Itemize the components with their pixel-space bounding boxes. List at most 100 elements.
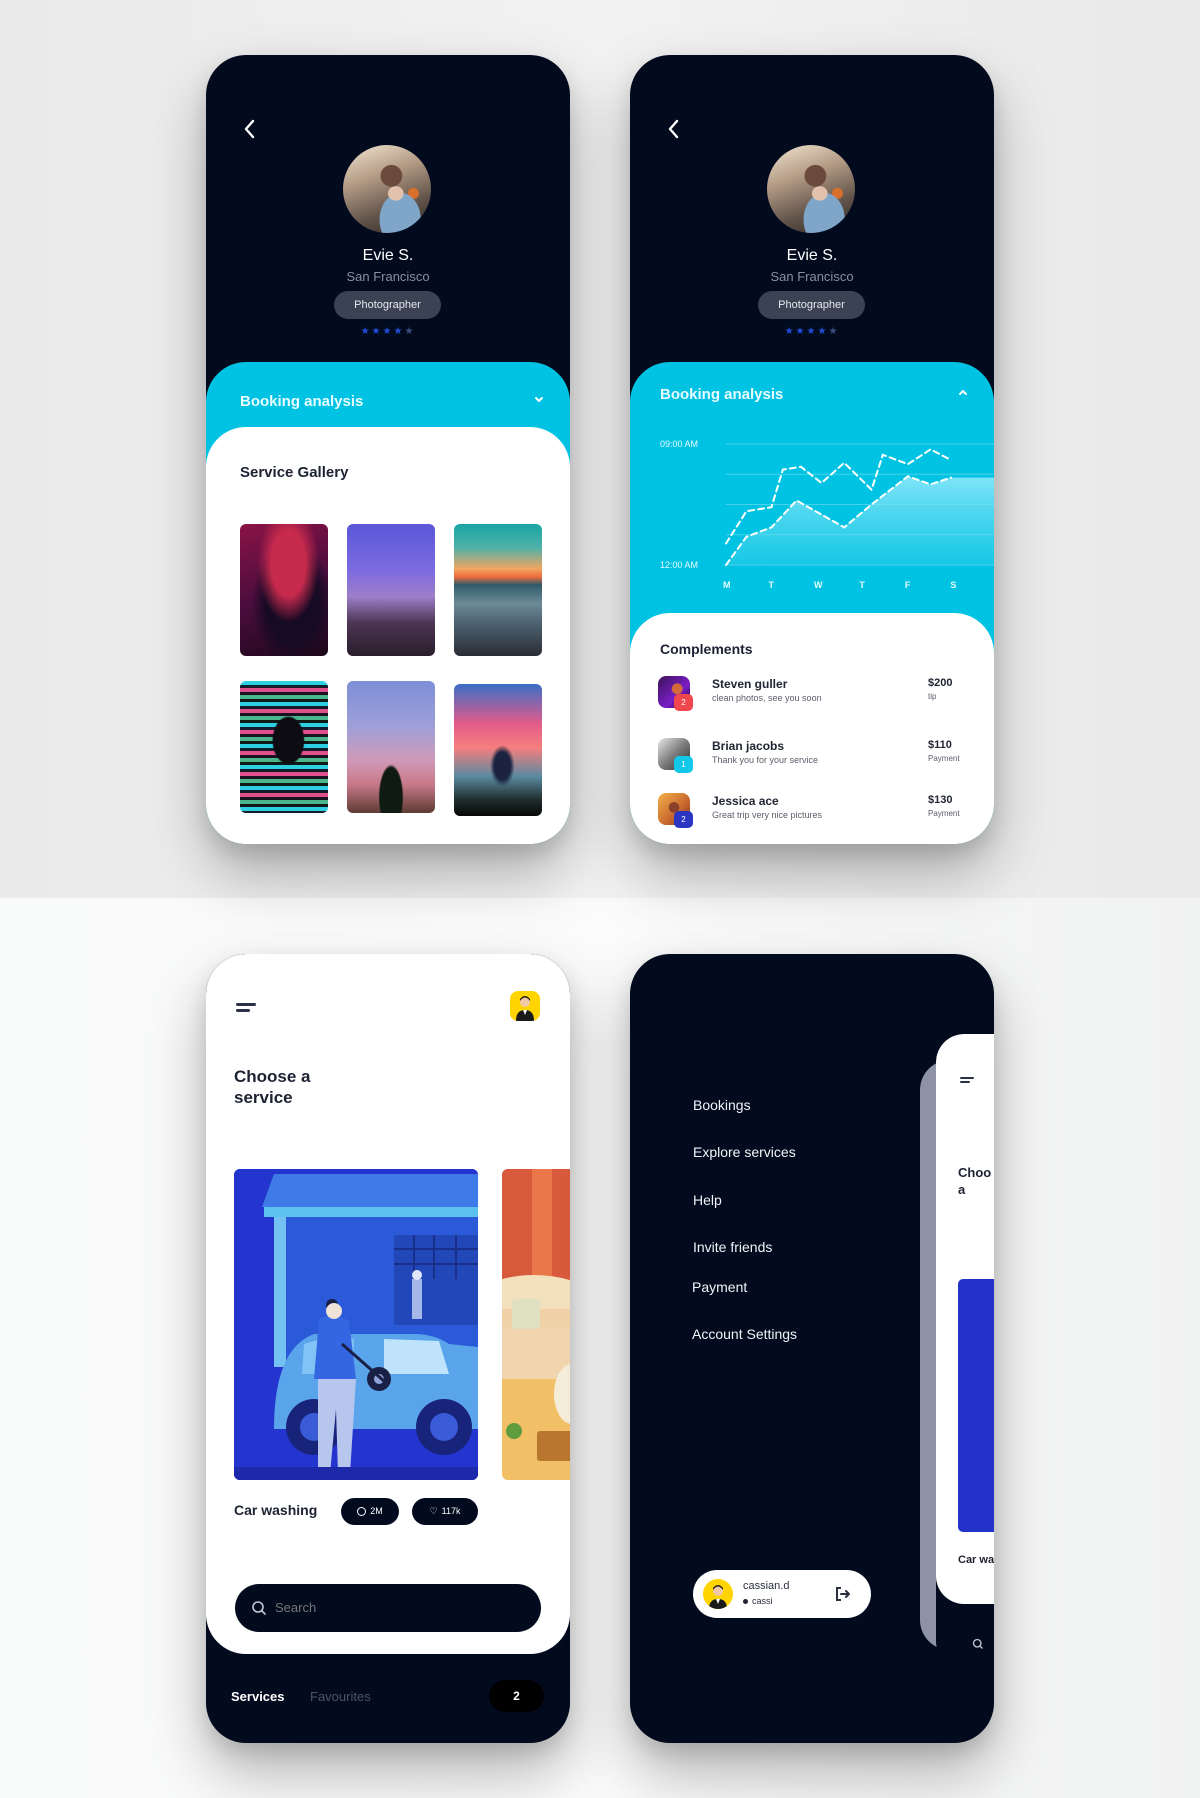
star-icon: ★ — [371, 326, 383, 337]
search-bar[interactable] — [235, 1584, 541, 1632]
x-tick-label: W — [814, 580, 823, 590]
x-tick-label: T — [859, 580, 865, 590]
star-icon: ★ — [828, 326, 840, 337]
booking-chart: 09:00 AM 12:00 AM M T W T F S — [660, 439, 994, 590]
menu-item-help[interactable]: Help — [693, 1192, 722, 1208]
profile-name: Evie S. — [786, 247, 838, 264]
mini-service-label: Car washing — [958, 1554, 994, 1566]
complement-name: Steven guller — [712, 677, 788, 691]
complement-message: clean photos, see you soon — [712, 693, 822, 703]
gallery-image-beach-sunset[interactable] — [454, 524, 542, 656]
mini-service-card: Choose a service Car washing — [936, 1034, 994, 1664]
profile-city: San Francisco — [346, 269, 430, 284]
star-icon: ★ — [784, 326, 796, 337]
eye-icon — [357, 1507, 367, 1517]
profile-name: Evie S. — [362, 247, 414, 264]
complements-card: Complements 2 Steven guller clean photos, … — [630, 613, 994, 844]
gallery-image-palm-trees[interactable] — [347, 681, 435, 813]
car-washing-illustration[interactable] — [234, 1169, 478, 1480]
gallery-image-steel-tower[interactable] — [347, 524, 435, 656]
complement-badge: 2 — [674, 694, 693, 711]
service-card: Choose a service Car washing 2M ♡ 117k S… — [206, 954, 570, 1654]
profile-avatar — [767, 145, 855, 233]
username: cassian.d — [743, 1580, 790, 1592]
logout-icon[interactable] — [833, 1584, 853, 1604]
mini-service-heading: Choose a service — [958, 1164, 992, 1198]
complement-name: Jessica ace — [712, 794, 779, 808]
profile-avatar — [343, 145, 431, 233]
status-dot — [743, 1599, 748, 1605]
user-profile-chip[interactable]: cassian.d cassi — [693, 1570, 871, 1618]
heart-icon: ♡ — [429, 1506, 438, 1516]
service-card-label: Car washing — [234, 1502, 318, 1518]
x-tick-label: T — [768, 580, 774, 590]
collapsed-service-screen[interactable]: Choose a service Car washing Services — [936, 1034, 994, 1669]
mini-heading-text: Choose a service — [958, 1165, 992, 1197]
star-icon: ★ — [817, 326, 829, 337]
gallery-image-neon-blinds[interactable] — [240, 681, 328, 813]
y-tick-label: 09:00 AM — [660, 439, 698, 449]
hamburger-menu-icon[interactable] — [960, 1077, 974, 1085]
star-icon: ★ — [404, 326, 416, 337]
user-avatar[interactable] — [510, 991, 540, 1021]
cooking-illustration[interactable] — [502, 1169, 570, 1480]
cart-count-badge[interactable]: 2 — [489, 1680, 544, 1712]
star-icon: ★ — [795, 326, 807, 337]
complement-amount: $110 — [928, 739, 952, 751]
y-tick-label: 12:00 AM — [660, 560, 698, 570]
service-gallery-title: Service Gallery — [240, 464, 349, 481]
likes-pill[interactable]: ♡ 117k — [412, 1498, 478, 1525]
gallery-image-neon-portrait[interactable] — [240, 524, 328, 656]
search-icon — [251, 1600, 267, 1616]
profile-role-badge: Photographer — [758, 291, 865, 319]
tab-services[interactable]: Services — [231, 1689, 285, 1704]
area-fill — [726, 476, 994, 565]
complement-item[interactable]: 2 Steven guller clean photos, see you soon… — [658, 676, 968, 716]
search-input[interactable] — [275, 1584, 525, 1632]
search-icon — [972, 1638, 983, 1649]
booking-analysis-title: Booking analysis — [240, 393, 364, 410]
complement-amount: $130 — [928, 794, 953, 806]
x-tick-label: F — [905, 580, 911, 590]
star-icon: ★ — [393, 326, 405, 337]
back-arrow-icon[interactable] — [666, 117, 682, 141]
menu-item-invite-friends[interactable]: Invite friends — [693, 1239, 772, 1255]
menu-item-bookings[interactable]: Bookings — [693, 1097, 751, 1113]
menu-item-account-settings[interactable]: Account Settings — [692, 1326, 797, 1342]
side-menu-screen: Bookings Explore services Help Invite fr… — [630, 954, 994, 1743]
complement-name: Brian jacobs — [712, 739, 785, 753]
chevron-down-icon[interactable] — [532, 392, 546, 406]
complements-title: Complements — [660, 641, 753, 657]
complement-type: Payment — [928, 754, 960, 763]
mini-illustration — [958, 1279, 994, 1532]
views-pill[interactable]: 2M — [341, 1498, 399, 1525]
complement-type: Payment — [928, 809, 960, 818]
star-icon: ★ — [806, 326, 818, 337]
profile-role-badge: Photographer — [334, 291, 441, 319]
user-handle: cassi — [743, 1596, 773, 1606]
background-bottom — [0, 898, 1200, 1798]
hamburger-menu-icon[interactable] — [236, 1003, 258, 1017]
gallery-image-pink-clouds[interactable] — [454, 684, 542, 816]
service-gallery-card: Service Gallery — [206, 427, 570, 844]
star-icon: ★ — [382, 326, 394, 337]
menu-item-payment[interactable]: Payment — [692, 1279, 747, 1295]
back-arrow-icon[interactable] — [242, 117, 258, 141]
background-top — [0, 0, 1200, 898]
likes-count: 117k — [441, 1506, 461, 1516]
profile-analysis-screen: Evie S. San Francisco Photographer ★★★★★… — [630, 55, 994, 844]
mini-search-bar[interactable] — [958, 1624, 994, 1664]
complement-item[interactable]: 1 Brian jacobs Thank you for your service $… — [658, 738, 968, 778]
profile-city: San Francisco — [770, 269, 854, 284]
complement-item[interactable]: 2 Jessica ace Great trip very nice picture… — [658, 793, 968, 833]
menu-item-explore-services[interactable]: Explore services — [693, 1144, 796, 1160]
complement-message: Thank you for your service — [712, 755, 819, 765]
x-tick-label: S — [950, 580, 956, 590]
user-avatar — [703, 1579, 733, 1609]
complement-message: Great trip very nice pictures — [712, 810, 823, 820]
choose-service-heading: Choose a service — [234, 1067, 311, 1107]
user-handle-text: cassi — [752, 1596, 773, 1606]
tab-favourites[interactable]: Favourites — [310, 1689, 371, 1704]
x-tick-label: M — [723, 580, 731, 590]
complement-badge: 2 — [674, 811, 693, 828]
